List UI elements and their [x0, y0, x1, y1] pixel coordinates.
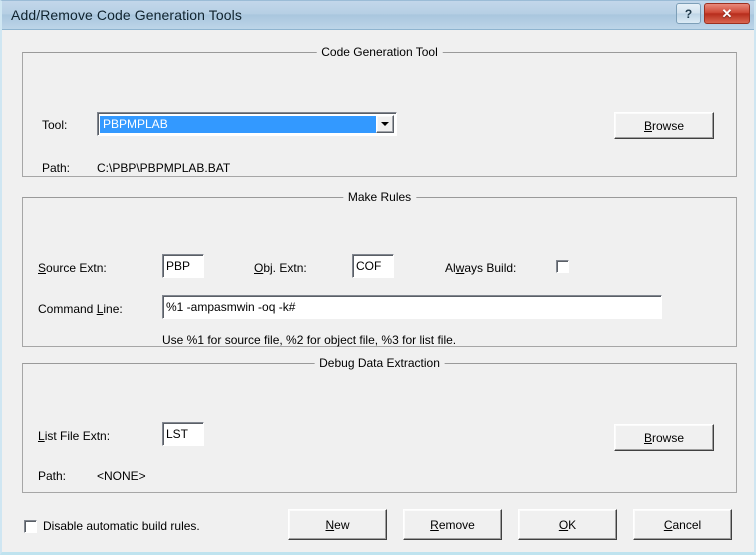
command-line-input[interactable]: %1 -ampasmwin -oq -k#: [162, 295, 662, 319]
group-label-debug-data-extraction: Debug Data Extraction: [314, 356, 445, 370]
obj-extn-label-accel: O: [254, 261, 263, 275]
cancel-button[interactable]: Cancel: [633, 509, 732, 540]
obj-extn-label: Obj. Extn:: [254, 261, 307, 275]
source-extn-label: Source Extn:: [38, 261, 107, 275]
ok-button-accel: O: [559, 518, 568, 532]
always-build-label: Always Build:: [445, 261, 516, 275]
disable-auto-build-label: Disable automatic build rules.: [43, 519, 200, 533]
obj-extn-value: COF: [353, 259, 381, 273]
tool-label: Tool:: [42, 118, 67, 132]
chevron-down-icon[interactable]: [376, 115, 394, 133]
remove-button-label: emove: [439, 518, 475, 532]
group-label-make-rules: Make Rules: [343, 190, 416, 204]
dialog-window: Add/Remove Code Generation Tools ? ✕ Cod…: [0, 0, 756, 555]
command-line-label-pre: Command: [38, 302, 97, 316]
always-build-label-text: ays Build:: [464, 261, 516, 275]
debug-path-label: Path:: [38, 469, 66, 483]
source-extn-value: PBP: [163, 259, 190, 273]
list-file-extn-label-text: ist File Extn:: [45, 429, 110, 443]
remove-button-accel: R: [430, 518, 439, 532]
always-build-checkbox[interactable]: [556, 260, 569, 273]
source-extn-label-accel: S: [38, 261, 46, 275]
new-button-label: ew: [334, 518, 349, 532]
list-file-extn-label: List File Extn:: [38, 429, 110, 443]
browse-button-debug-label: rowse: [652, 431, 684, 445]
new-button-accel: N: [325, 518, 334, 532]
command-line-hint: Use %1 for source file, %2 for object fi…: [162, 333, 456, 347]
obj-extn-label-text: bj. Extn:: [263, 261, 306, 275]
window-title: Add/Remove Code Generation Tools: [11, 7, 242, 23]
debug-path-value: <NONE>: [97, 469, 146, 483]
ok-button-label: K: [568, 518, 576, 532]
list-file-extn-value: LST: [163, 427, 188, 441]
command-line-value: %1 -ampasmwin -oq -k#: [163, 300, 295, 314]
help-icon[interactable]: ?: [676, 3, 701, 24]
browse-button-codegen-accel: B: [644, 119, 652, 133]
close-icon[interactable]: ✕: [704, 3, 750, 24]
command-line-label-text: ine:: [103, 302, 122, 316]
ok-button[interactable]: OK: [518, 509, 617, 540]
codegen-path-label: Path:: [42, 161, 70, 175]
tool-combobox-value: PBPMPLAB: [100, 116, 376, 133]
group-label-code-generation-tool: Code Generation Tool: [316, 45, 443, 59]
obj-extn-input[interactable]: COF: [352, 254, 394, 278]
list-file-extn-label-accel: L: [38, 429, 45, 443]
dialog-client-area: Code Generation Tool Tool: PBPMPLAB Brow…: [2, 30, 754, 554]
window-controls: ? ✕: [676, 3, 750, 24]
source-extn-input[interactable]: PBP: [162, 254, 204, 278]
command-line-label: Command Line:: [38, 302, 123, 316]
tool-combobox[interactable]: PBPMPLAB: [97, 112, 397, 136]
source-extn-label-text: ource Extn:: [46, 261, 107, 275]
disable-auto-build-checkbox[interactable]: [24, 520, 37, 533]
codegen-path-value: C:\PBP\PBPMPLAB.BAT: [97, 161, 230, 175]
browse-button-debug-accel: B: [644, 431, 652, 445]
cancel-button-label: ancel: [672, 518, 701, 532]
browse-button-debug[interactable]: Browse: [614, 424, 714, 451]
cancel-button-accel: C: [664, 518, 673, 532]
list-file-extn-input[interactable]: LST: [162, 422, 204, 446]
browse-button-codegen-label: rowse: [652, 119, 684, 133]
always-build-label-pre: Al: [445, 261, 456, 275]
title-bar[interactable]: Add/Remove Code Generation Tools ? ✕: [2, 1, 754, 30]
new-button[interactable]: New: [288, 509, 387, 540]
remove-button[interactable]: Remove: [403, 509, 502, 540]
browse-button-codegen[interactable]: Browse: [614, 112, 714, 139]
